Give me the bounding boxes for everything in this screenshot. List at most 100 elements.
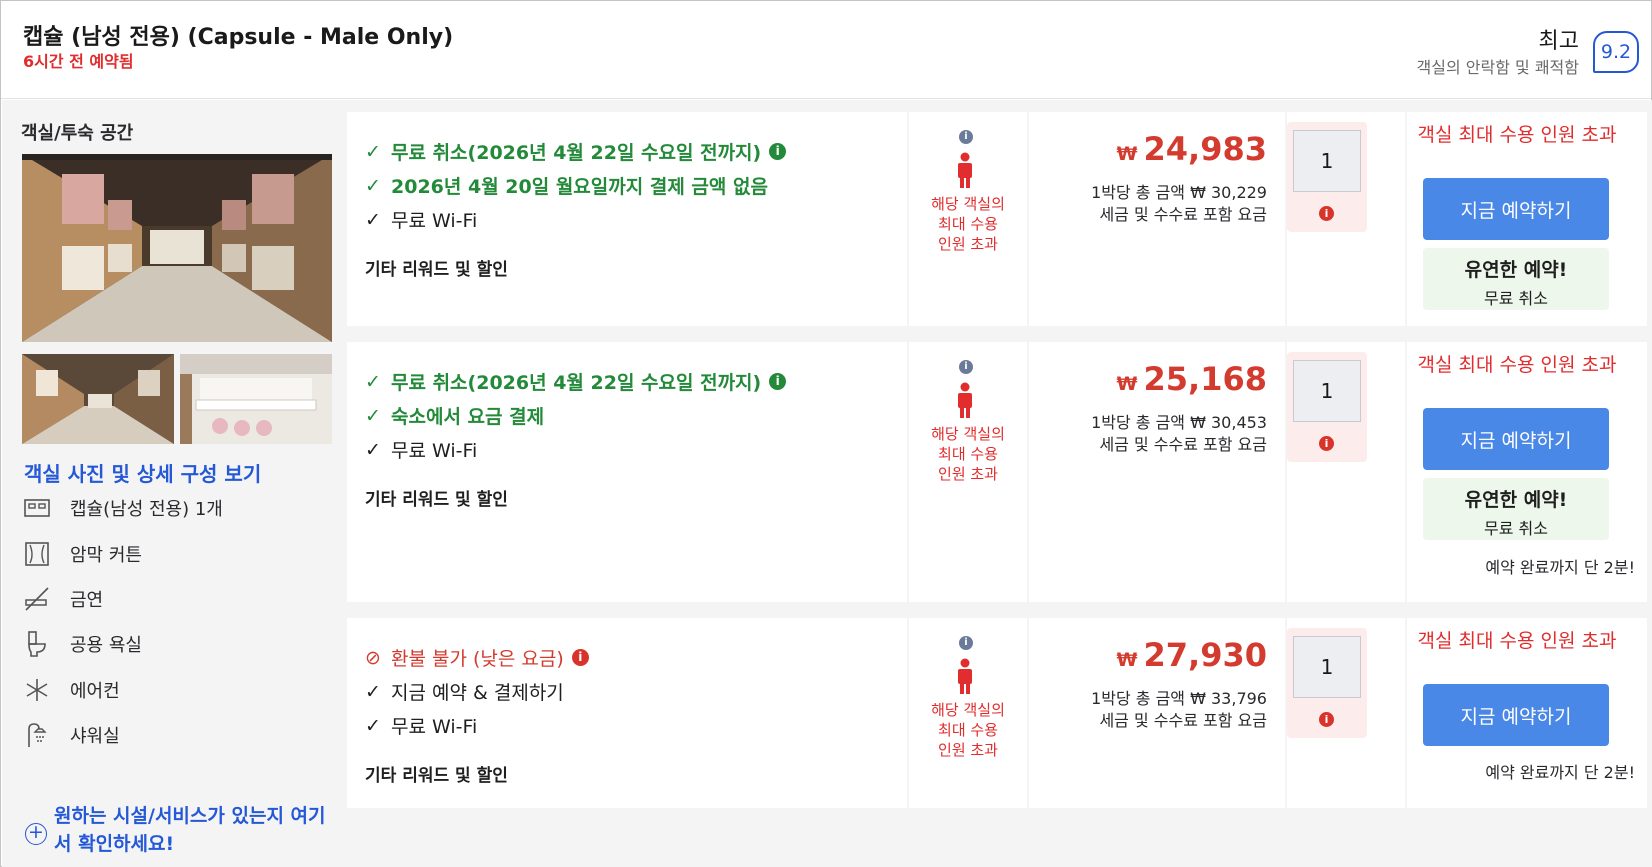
quick-booking-note: 예약 완료까지 단 2분! [1485, 763, 1635, 782]
feature-text: 무료 Wi-Fi [391, 440, 478, 462]
feature-text: 무료 Wi-Fi [391, 716, 478, 738]
curtain-icon [22, 539, 52, 569]
price-amount: 25,168 [1143, 360, 1267, 398]
room-photos-link[interactable]: 객실 사진 및 상세 구성 보기 [24, 458, 261, 487]
rewards-link[interactable]: 기타 리워드 및 할인 [365, 485, 508, 510]
amenity-item: 암막 커튼 [22, 538, 142, 570]
more-amenities-link[interactable]: 원하는 시설/서비스가 있는지 여기서 확인하세요! [54, 802, 334, 858]
price-cell: ₩ 27,930 1박당 총 금액 ₩ 33,796 세금 및 수수료 포함 요… [1029, 618, 1285, 808]
rate-features-cell: ✓ 무료 취소(2026년 4월 22일 수요일 전까지) i ✓ 숙소에서 요… [347, 342, 907, 602]
quantity-cell: 1 i [1287, 342, 1405, 602]
pay-later-feature: ✓ 2026년 4월 20일 월요일까지 결제 금액 없음 [365, 172, 768, 199]
checkmark-icon: ✓ [365, 140, 381, 163]
amenity-label: 에어컨 [70, 681, 120, 702]
quantity-box: 1 i [1287, 122, 1367, 232]
room-header: 캡슐 (남성 전용) (Capsule - Male Only) 6시간 전 예… [1, 1, 1651, 99]
pay-now-feature: ✓ 지금 예약 & 결제하기 [365, 678, 564, 705]
info-icon[interactable]: i [769, 143, 787, 160]
tax-note: 세금 및 수수료 포함 요금 [1099, 205, 1267, 224]
flexible-booking-badge: 유연한 예약! 무료 취소 [1423, 478, 1609, 540]
total-price: 1박당 총 금액 ₩ 33,796 [1091, 689, 1267, 708]
info-icon[interactable]: i [959, 636, 973, 650]
person-icon [958, 382, 972, 418]
warning-icon: i [1319, 712, 1334, 727]
booking-cell: 객실 최대 수용 인원 초과 지금 예약하기 유연한 예약! 무료 취소 예약 … [1407, 342, 1647, 602]
feature-text: 숙소에서 요금 결제 [391, 406, 545, 428]
feature-text: 무료 Wi-Fi [391, 210, 478, 232]
warning-icon: i [1319, 436, 1334, 451]
checkmark-icon: ✓ [365, 680, 381, 703]
booking-cell: 객실 최대 수용 인원 초과 지금 예약하기 예약 완료까지 단 2분! [1407, 618, 1647, 808]
quantity-select[interactable]: 1 [1293, 130, 1361, 192]
book-now-button[interactable]: 지금 예약하기 [1423, 408, 1609, 470]
non-refundable-feature: ⊘ 환불 불가 (낮은 요금) i [365, 644, 589, 671]
pay-at-property-feature: ✓ 숙소에서 요금 결제 [365, 402, 544, 429]
person-icon [958, 152, 972, 188]
quick-booking-note: 예약 완료까지 단 2분! [1485, 558, 1635, 577]
book-now-button[interactable]: 지금 예약하기 [1423, 684, 1609, 746]
free-cancel-feature: ✓ 무료 취소(2026년 4월 22일 수요일 전까지) i [365, 138, 787, 165]
wifi-feature: ✓ 무료 Wi-Fi [365, 206, 477, 233]
amenity-label: 공용 욕실 [70, 635, 142, 656]
total-price: 1박당 총 금액 ₩ 30,453 [1091, 413, 1267, 432]
total-price: 1박당 총 금액 ₩ 30,229 [1091, 183, 1267, 202]
amenity-item: 에어컨 [22, 674, 120, 706]
flexible-subtitle: 무료 취소 [1484, 289, 1548, 308]
room-section-title: 객실/투숙 공간 [21, 123, 134, 144]
tax-note: 세금 및 수수료 포함 요금 [1099, 435, 1267, 454]
checkmark-icon: ✓ [365, 370, 381, 393]
info-icon[interactable]: i [769, 373, 787, 390]
capacity-exceeded-text: 객실 최대 수용 인원 초과 [1417, 630, 1617, 652]
amenity-label: 샤워실 [70, 726, 120, 747]
free-cancel-feature: ✓ 무료 취소(2026년 4월 22일 수요일 전까지) i [365, 368, 787, 395]
price: ₩ 27,930 [1117, 636, 1267, 674]
feature-text: 환불 불가 (낮은 요금) [391, 648, 564, 670]
rate-option-row: ✓ 무료 취소(2026년 4월 22일 수요일 전까지) i ✓ 2026년 … [347, 112, 1647, 326]
room-card: 캡슐 (남성 전용) (Capsule - Male Only) 6시간 전 예… [0, 0, 1652, 867]
wifi-feature: ✓ 무료 Wi-Fi [365, 712, 477, 739]
feature-text: 무료 취소(2026년 4월 22일 수요일 전까지) [391, 142, 762, 164]
shower-icon [22, 720, 52, 750]
room-photo-thumb-1[interactable] [22, 354, 174, 444]
quantity-select[interactable]: 1 [1293, 360, 1361, 422]
bed-icon [22, 493, 52, 523]
price: ₩ 24,983 [1117, 130, 1267, 168]
booked-recently-label: 6시간 전 예약됨 [23, 52, 134, 71]
currency-symbol: ₩ [1116, 143, 1138, 165]
rewards-link[interactable]: 기타 리워드 및 할인 [365, 255, 508, 280]
quantity-box: 1 i [1287, 628, 1367, 738]
toilet-icon [22, 629, 52, 659]
occupancy-warning: 해당 객실의 최대 수용 인원 초과 [931, 425, 1005, 483]
flexible-title: 유연한 예약! [1464, 259, 1568, 281]
feature-text: 무료 취소(2026년 4월 22일 수요일 전까지) [391, 372, 762, 394]
info-icon[interactable]: i [571, 649, 589, 666]
room-title: 캡슐 (남성 전용) (Capsule - Male Only) [23, 25, 454, 50]
plus-circle-icon[interactable]: + [25, 823, 47, 845]
tax-note: 세금 및 수수료 포함 요금 [1099, 711, 1267, 730]
flexible-subtitle: 무료 취소 [1484, 519, 1548, 538]
price-amount: 27,930 [1143, 636, 1267, 674]
amenity-item: 캡슐(남성 전용) 1개 [22, 492, 223, 524]
info-icon[interactable]: i [959, 360, 973, 374]
checkmark-icon: ✓ [365, 208, 381, 231]
currency-symbol: ₩ [1116, 649, 1138, 671]
checkmark-icon: ✓ [365, 174, 381, 197]
info-icon[interactable]: i [959, 130, 973, 144]
quantity-cell: 1 i [1287, 112, 1405, 326]
checkmark-icon: ✓ [365, 714, 381, 737]
no-smoking-icon [22, 584, 52, 614]
occupancy-warning: 해당 객실의 최대 수용 인원 초과 [931, 701, 1005, 759]
warning-icon: i [1319, 206, 1334, 221]
capacity-exceeded-text: 객실 최대 수용 인원 초과 [1417, 354, 1617, 376]
room-body: 객실/투숙 공간 객실 사진 및 상세 구성 보기 캡슐(남성 전용) 1개 암… [2, 100, 1652, 867]
book-now-button[interactable]: 지금 예약하기 [1423, 178, 1609, 240]
price-cell: ₩ 25,168 1박당 총 금액 ₩ 30,453 세금 및 수수료 포함 요… [1029, 342, 1285, 602]
rewards-link[interactable]: 기타 리워드 및 할인 [365, 761, 508, 786]
price-amount: 24,983 [1143, 130, 1267, 168]
flexible-title: 유연한 예약! [1464, 489, 1568, 511]
rate-option-row: ⊘ 환불 불가 (낮은 요금) i ✓ 지금 예약 & 결제하기 ✓ 무료 Wi… [347, 618, 1647, 808]
room-photo-thumb-2[interactable] [180, 354, 332, 444]
quantity-select[interactable]: 1 [1293, 636, 1361, 698]
rating-category: 객실의 안락함 및 쾌적함 [1416, 58, 1579, 77]
room-photo-main[interactable] [22, 154, 332, 342]
